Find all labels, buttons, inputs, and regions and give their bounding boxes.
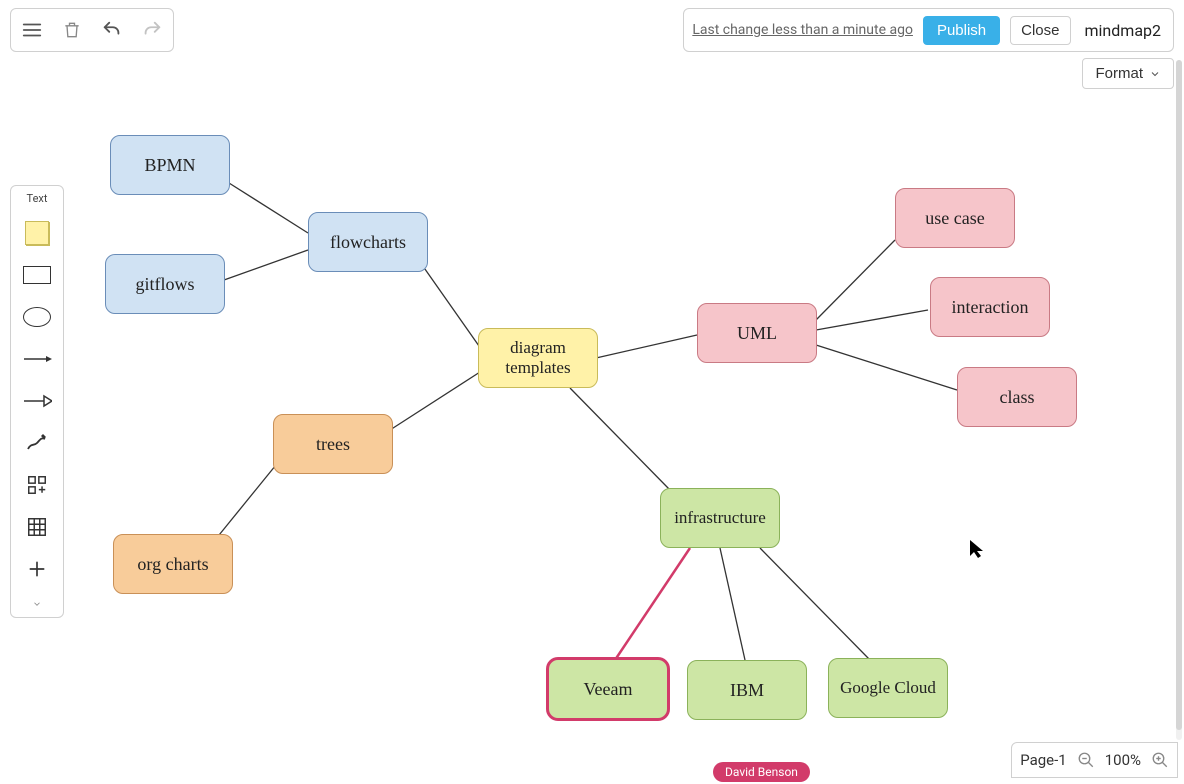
undo-icon[interactable] bbox=[97, 15, 127, 45]
arrow-tool[interactable] bbox=[19, 387, 55, 415]
last-change-link[interactable]: Last change less than a minute ago bbox=[692, 22, 913, 38]
page-label[interactable]: Page-1 bbox=[1020, 751, 1067, 769]
node-bpmn[interactable]: BPMN bbox=[110, 135, 230, 195]
node-diagram-templates[interactable]: diagram templates bbox=[478, 328, 598, 388]
menu-icon[interactable] bbox=[17, 15, 47, 45]
node-trees[interactable]: trees bbox=[273, 414, 393, 474]
format-button[interactable]: Format bbox=[1082, 58, 1174, 89]
node-gitflows[interactable]: gitflows bbox=[105, 254, 225, 314]
format-label: Format bbox=[1095, 65, 1143, 82]
freehand-tool[interactable] bbox=[19, 429, 55, 457]
chevron-down-icon bbox=[1149, 68, 1161, 80]
text-tool-label[interactable]: Text bbox=[27, 192, 48, 205]
collaborator-badge: David Benson bbox=[713, 762, 810, 782]
close-button[interactable]: Close bbox=[1010, 16, 1070, 45]
zoom-level[interactable]: 100% bbox=[1105, 751, 1141, 769]
node-flowcharts[interactable]: flowcharts bbox=[308, 212, 428, 272]
redo-icon[interactable] bbox=[137, 15, 167, 45]
rectangle-shape-tool[interactable] bbox=[19, 261, 55, 289]
node-class[interactable]: class bbox=[957, 367, 1077, 427]
add-tool[interactable] bbox=[19, 555, 55, 583]
side-toolbar: Text bbox=[10, 185, 64, 618]
top-toolbar-right: Last change less than a minute ago Publi… bbox=[683, 8, 1174, 52]
node-google-cloud[interactable]: Google Cloud bbox=[828, 658, 948, 718]
node-veeam[interactable]: Veeam bbox=[546, 657, 670, 721]
node-org-charts[interactable]: org charts bbox=[113, 534, 233, 594]
zoom-in-icon[interactable] bbox=[1151, 751, 1169, 769]
shapes-tool[interactable] bbox=[19, 471, 55, 499]
zoom-out-icon[interactable] bbox=[1077, 751, 1095, 769]
publish-button[interactable]: Publish bbox=[923, 16, 1000, 45]
table-tool[interactable] bbox=[19, 513, 55, 541]
node-infrastructure[interactable]: infrastructure bbox=[660, 488, 780, 548]
line-tool[interactable] bbox=[19, 345, 55, 373]
expand-toolbar[interactable] bbox=[19, 597, 55, 611]
note-shape-tool[interactable] bbox=[19, 219, 55, 247]
trash-icon[interactable] bbox=[57, 15, 87, 45]
node-ibm[interactable]: IBM bbox=[687, 660, 807, 720]
footer-bar: Page-1 100% bbox=[1011, 742, 1178, 778]
node-use-case[interactable]: use case bbox=[895, 188, 1015, 248]
node-interaction[interactable]: interaction bbox=[930, 277, 1050, 337]
vertical-scrollbar[interactable] bbox=[1176, 60, 1182, 740]
document-name: mindmap2 bbox=[1081, 21, 1166, 40]
top-toolbar-left bbox=[10, 8, 174, 52]
node-uml[interactable]: UML bbox=[697, 303, 817, 363]
ellipse-shape-tool[interactable] bbox=[19, 303, 55, 331]
cursor-icon bbox=[970, 540, 986, 560]
